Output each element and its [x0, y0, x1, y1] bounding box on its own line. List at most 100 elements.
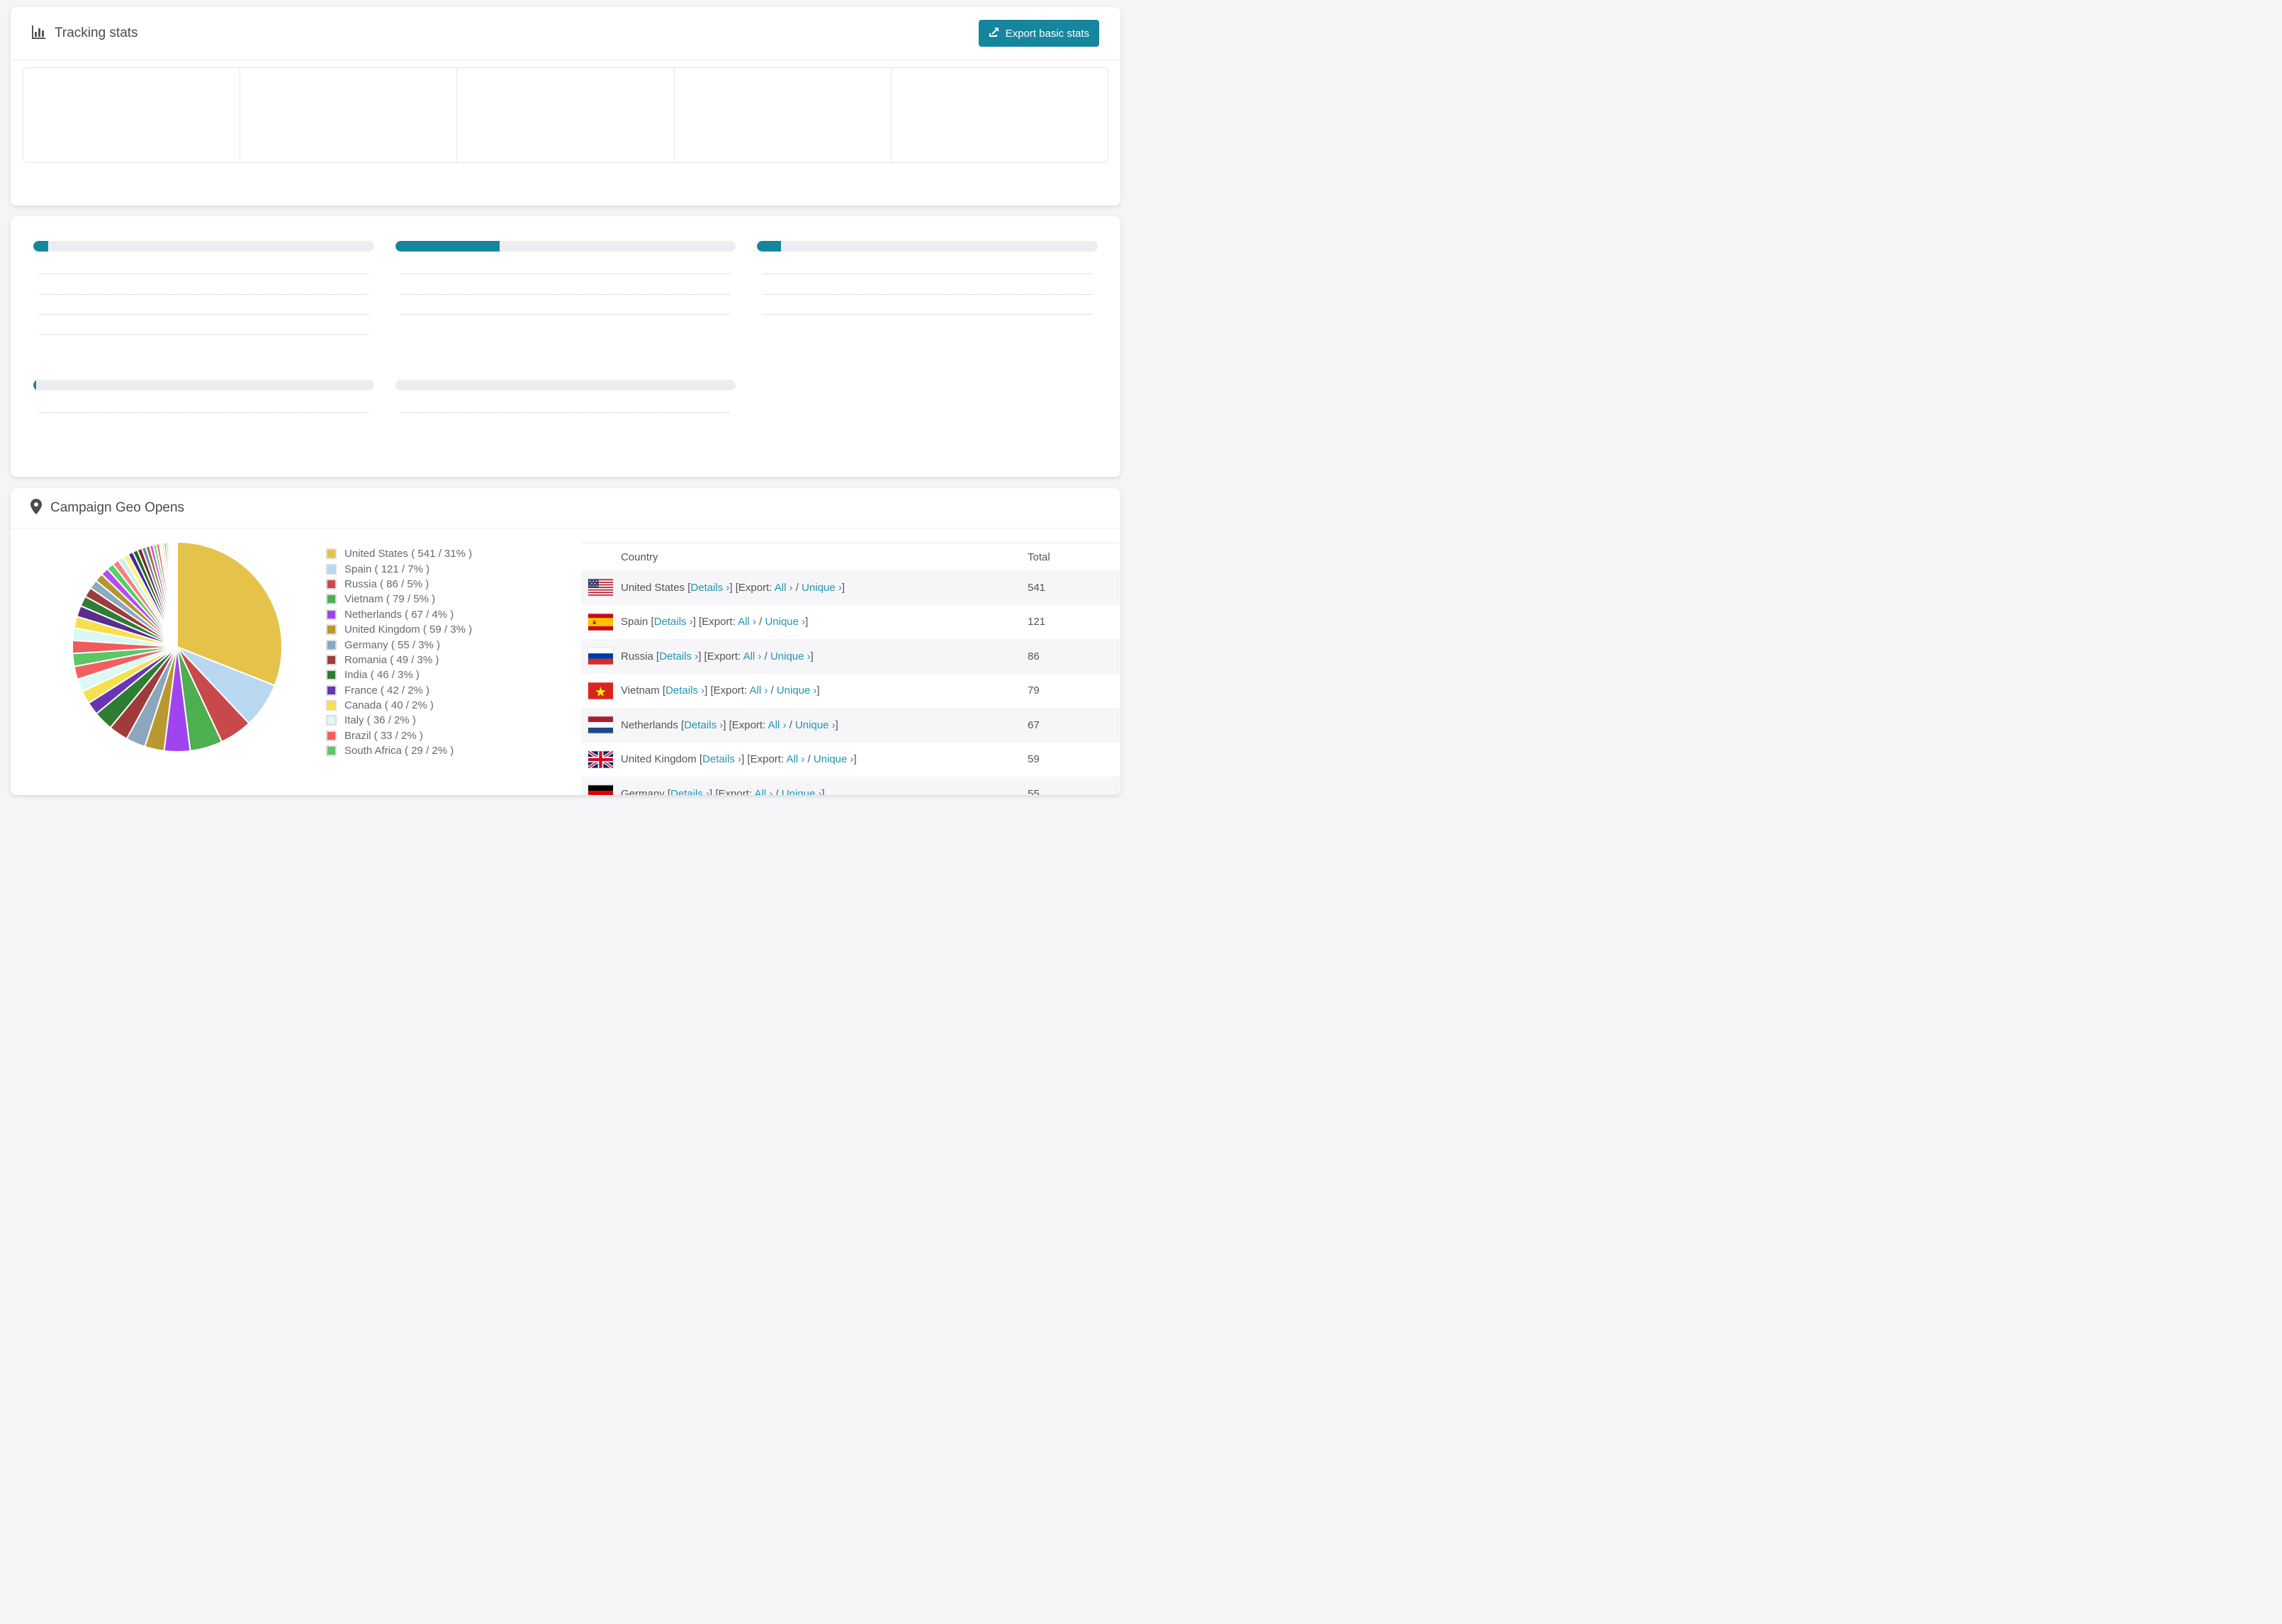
slash-separator: / [792, 581, 802, 594]
stat-row [33, 264, 374, 285]
export-unique-link[interactable]: Unique › [782, 788, 822, 795]
total-cell: 55 [1028, 787, 1040, 795]
legend-item-romania: Romania ( 49 / 3% ) [326, 653, 472, 667]
country-cell: United States [Details ›] [Export: All ›… [621, 582, 1028, 594]
export-all-link[interactable]: All › [754, 788, 772, 795]
legend-label: Canada ( 40 / 2% ) [344, 699, 434, 712]
export-prefix: ] [Export: [723, 718, 768, 731]
total-cell: 541 [1028, 581, 1046, 594]
legend-label: United States ( 541 / 31% ) [344, 548, 473, 560]
stat-column-unsubscribes [457, 68, 675, 162]
geo-country-table: Country Total United States [Details ›] … [581, 543, 1120, 795]
export-all-link[interactable]: All › [749, 684, 768, 697]
country-name: United Kingdom [ [621, 753, 703, 766]
export-unique-link[interactable]: Unique › [765, 616, 805, 628]
stat-column-bounces [892, 68, 1108, 162]
export-button-label: Export basic stats [1005, 27, 1089, 40]
export-unique-link[interactable]: Unique › [777, 684, 817, 697]
column-header-country: Country [621, 551, 658, 563]
details-link[interactable]: Details › [702, 753, 741, 765]
legend-label: France ( 42 / 2% ) [344, 684, 430, 697]
export-prefix: ] [Export: [709, 787, 755, 795]
dotted-leader [763, 264, 1092, 274]
export-all-link[interactable]: All › [738, 616, 756, 628]
flag-icon-gb [588, 750, 613, 768]
export-all-link[interactable]: All › [786, 753, 804, 765]
stat-column-complaints [675, 68, 892, 162]
export-icon [989, 26, 1000, 40]
export-unique-link[interactable]: Unique › [814, 753, 854, 765]
country-cell: Germany [Details ›] [Export: All › / Uni… [621, 788, 1028, 795]
dotted-leader [39, 403, 369, 413]
country-name: United States [ [621, 581, 691, 594]
total-cell: 59 [1028, 753, 1040, 766]
legend-item-india: India ( 46 / 3% ) [326, 667, 472, 682]
country-name: Russia [ [621, 650, 660, 662]
export-all-link[interactable]: All › [775, 582, 793, 594]
export-prefix: ] [Export: [729, 581, 775, 594]
dotted-leader [400, 305, 731, 315]
details-link[interactable]: Details › [690, 582, 729, 594]
legend-label: Netherlands ( 67 / 4% ) [344, 608, 454, 621]
slash-separator: / [804, 753, 814, 766]
legend-label: Spain ( 121 / 7% ) [344, 563, 430, 575]
country-cell: Vietnam [Details ›] [Export: All › / Uni… [621, 684, 1028, 697]
details-link[interactable]: Details › [654, 616, 693, 628]
dotted-leader [39, 264, 369, 274]
export-all-link[interactable]: All › [768, 719, 787, 731]
stat-row [395, 403, 736, 424]
bracket-close: ] [805, 616, 809, 628]
details-link[interactable]: Details › [684, 719, 723, 731]
legend-label: Vietnam ( 79 / 5% ) [344, 593, 436, 606]
bracket-close: ] [821, 787, 825, 795]
stat-row [757, 305, 1098, 325]
export-unique-link[interactable]: Unique › [770, 650, 811, 662]
export-all-link[interactable]: All › [743, 650, 762, 662]
export-basic-stats-button[interactable]: Export basic stats [978, 20, 1099, 47]
details-link[interactable]: Details › [670, 788, 709, 795]
slash-separator: / [786, 718, 795, 731]
table-row-netherlands: Netherlands [Details ›] [Export: All › /… [581, 708, 1120, 743]
legend-color-swatch [326, 594, 337, 605]
legend-color-swatch [326, 578, 337, 590]
rate-progress-track [33, 380, 374, 390]
rate-rows [395, 403, 736, 424]
rate-progress-fill [33, 380, 36, 390]
legend-item-germany: Germany ( 55 / 3% ) [326, 637, 472, 652]
dotted-leader [39, 285, 369, 295]
column-header-total: Total [1028, 551, 1050, 563]
legend-item-south-africa: South Africa ( 29 / 2% ) [326, 743, 472, 758]
legend-label: India ( 46 / 3% ) [344, 669, 420, 682]
legend-item-canada: Canada ( 40 / 2% ) [326, 698, 472, 713]
export-unique-link[interactable]: Unique › [802, 582, 842, 594]
flag-icon-de [588, 785, 613, 795]
flag-icon-es [588, 614, 613, 631]
rate-progress-fill [757, 241, 781, 252]
geo-section-header: Campaign Geo Opens [11, 488, 1120, 529]
rate-progress-fill [395, 241, 500, 252]
details-link[interactable]: Details › [665, 684, 704, 697]
details-link[interactable]: Details › [659, 650, 698, 662]
dotted-leader [400, 285, 731, 295]
table-row-russia: Russia [Details ›] [Export: All › / Uniq… [581, 639, 1120, 674]
geo-opens-pie-chart [71, 541, 283, 752]
pie-legend: United States ( 541 / 31% ) Spain ( 121 … [326, 546, 472, 758]
campaign-geo-opens-card: Campaign Geo Opens United States ( 541 /… [11, 488, 1120, 795]
export-unique-link[interactable]: Unique › [795, 719, 836, 731]
pie-slice-other[interactable] [175, 541, 178, 648]
stat-row [33, 285, 374, 305]
export-prefix: ] [Export: [692, 616, 738, 628]
legend-color-swatch [326, 563, 337, 575]
legend-color-swatch [326, 670, 337, 681]
flag-icon-vn [588, 682, 613, 699]
country-cell: Russia [Details ›] [Export: All › / Uniq… [621, 650, 1028, 662]
country-cell: United Kingdom [Details ›] [Export: All … [621, 753, 1028, 765]
rate-rows [395, 264, 736, 325]
table-body: United States [Details ›] [Export: All ›… [581, 570, 1120, 795]
table-row-germany: Germany [Details ›] [Export: All › / Uni… [581, 777, 1120, 795]
legend-item-russia: Russia ( 86 / 5% ) [326, 577, 472, 592]
slash-separator: / [772, 787, 782, 795]
table-row-vietnam: Vietnam [Details ›] [Export: All › / Uni… [581, 674, 1120, 709]
legend-color-swatch [326, 745, 337, 757]
rate-progress-track [395, 380, 736, 390]
